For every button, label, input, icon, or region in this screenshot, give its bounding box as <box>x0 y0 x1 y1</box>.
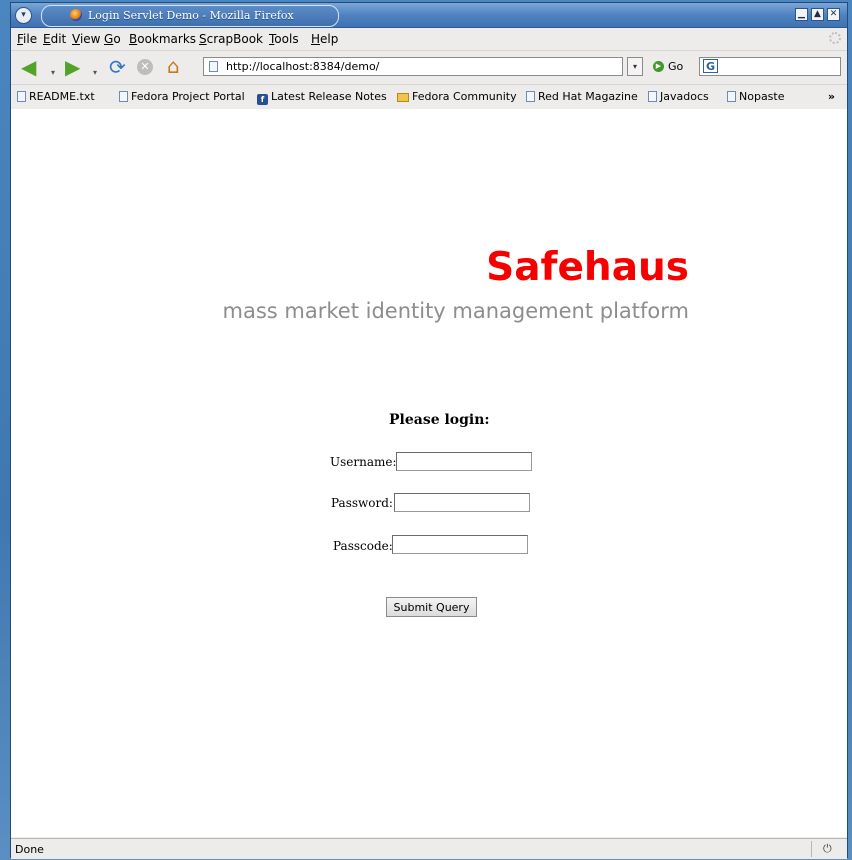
bookmark-red-hat-magazine[interactable]: Red Hat Magazine <box>526 90 638 103</box>
login-heading: Please login: <box>389 412 490 428</box>
brand-logo-text: Safehaus <box>486 245 689 290</box>
status-connection-icon: ⏻ <box>823 842 832 855</box>
passcode-field[interactable] <box>392 535 528 554</box>
menu-scrapbook[interactable]: ScrapBook <box>199 32 263 46</box>
username-field[interactable] <box>396 452 532 471</box>
menu-view[interactable]: View <box>72 32 100 46</box>
bookmark-label: Javadocs <box>660 90 709 103</box>
status-divider <box>811 841 812 857</box>
forward-history-dropdown-icon[interactable]: ▾ <box>93 62 97 84</box>
navigation-toolbar: ◀ ▾ ▶ ▾ ⟳ ✕ ⌂ http://localhost:8384/demo… <box>11 50 847 85</box>
feed-icon <box>648 91 657 102</box>
bookmark-javadocs[interactable]: Javadocs <box>648 90 709 103</box>
search-input[interactable]: G <box>699 57 841 76</box>
bookmarks-toolbar: README.txt Fedora Project Portal f Latest… <box>11 84 847 110</box>
bookmark-fedora-community[interactable]: Fedora Community <box>397 90 517 103</box>
window-title: Login Servlet Demo - Mozilla Firefox <box>88 9 294 22</box>
back-arrow-icon[interactable]: ◀ <box>21 56 36 78</box>
folder-icon <box>397 93 409 102</box>
bookmark-label: Latest Release Notes <box>271 90 387 103</box>
status-text: Done <box>15 843 44 856</box>
menu-bookmarks[interactable]: Bookmarks <box>129 32 196 46</box>
page-content: Safehaus mass market identity management… <box>11 109 847 837</box>
stop-icon[interactable]: ✕ <box>137 59 153 75</box>
bookmark-fedora-project-portal[interactable]: Fedora Project Portal <box>119 90 245 103</box>
page-icon <box>526 91 535 102</box>
bookmark-label: Fedora Project Portal <box>131 90 245 103</box>
back-history-dropdown-icon[interactable]: ▾ <box>51 62 55 84</box>
maximize-button[interactable]: ▲ <box>811 8 824 21</box>
submit-button[interactable]: Submit Query <box>386 597 477 617</box>
page-icon <box>209 61 218 72</box>
fedora-icon: f <box>257 94 268 105</box>
home-icon[interactable]: ⌂ <box>167 55 180 77</box>
url-history-dropdown-icon[interactable]: ▾ <box>627 57 643 76</box>
throbber-icon <box>829 32 841 44</box>
reload-icon[interactable]: ⟳ <box>109 56 126 78</box>
bookmark-label: Nopaste <box>739 90 785 103</box>
title-bar[interactable]: ▾ Login Servlet Demo - Mozilla Firefox ▁… <box>11 3 847 28</box>
window-menu-button[interactable]: ▾ <box>15 7 32 24</box>
bookmark-readme[interactable]: README.txt <box>17 90 95 103</box>
bookmark-latest-release-notes[interactable]: f Latest Release Notes <box>257 90 387 105</box>
menu-edit[interactable]: Edit <box>43 32 66 46</box>
menu-file[interactable]: File <box>17 32 37 46</box>
close-button[interactable]: ✕ <box>827 8 840 21</box>
page-icon <box>727 91 736 102</box>
password-label: Password: <box>331 496 393 510</box>
page-icon <box>17 91 26 102</box>
minimize-button[interactable]: ▁ <box>795 8 808 21</box>
page-icon <box>119 91 128 102</box>
bookmark-nopaste[interactable]: Nopaste <box>727 90 785 103</box>
menu-go[interactable]: Go <box>104 32 121 46</box>
url-text[interactable]: http://localhost:8384/demo/ <box>226 60 379 73</box>
username-label: Username: <box>330 455 397 469</box>
bookmarks-overflow-chevron-icon[interactable]: » <box>828 90 835 103</box>
browser-window: ▾ Login Servlet Demo - Mozilla Firefox ▁… <box>10 2 848 859</box>
bookmark-label: Red Hat Magazine <box>538 90 638 103</box>
go-button[interactable]: Go <box>668 60 683 73</box>
status-bar: Done ⏻ <box>11 838 847 859</box>
bookmark-label: README.txt <box>29 90 95 103</box>
menu-bar: File Edit View Go Bookmarks ScrapBook To… <box>11 28 847 50</box>
menu-tools[interactable]: Tools <box>269 32 299 46</box>
forward-arrow-icon[interactable]: ▶ <box>65 56 80 78</box>
google-search-icon[interactable]: G <box>703 59 718 73</box>
go-icon[interactable]: ▶ <box>653 61 664 72</box>
window-title-tab: Login Servlet Demo - Mozilla Firefox <box>41 5 339 27</box>
menu-help[interactable]: Help <box>311 32 338 46</box>
firefox-icon <box>70 9 82 21</box>
url-bar[interactable]: http://localhost:8384/demo/ <box>203 57 623 76</box>
bookmark-label: Fedora Community <box>412 90 517 103</box>
tagline: mass market identity management platform <box>222 299 689 323</box>
password-field[interactable] <box>394 493 530 512</box>
passcode-label: Passcode: <box>333 539 393 553</box>
